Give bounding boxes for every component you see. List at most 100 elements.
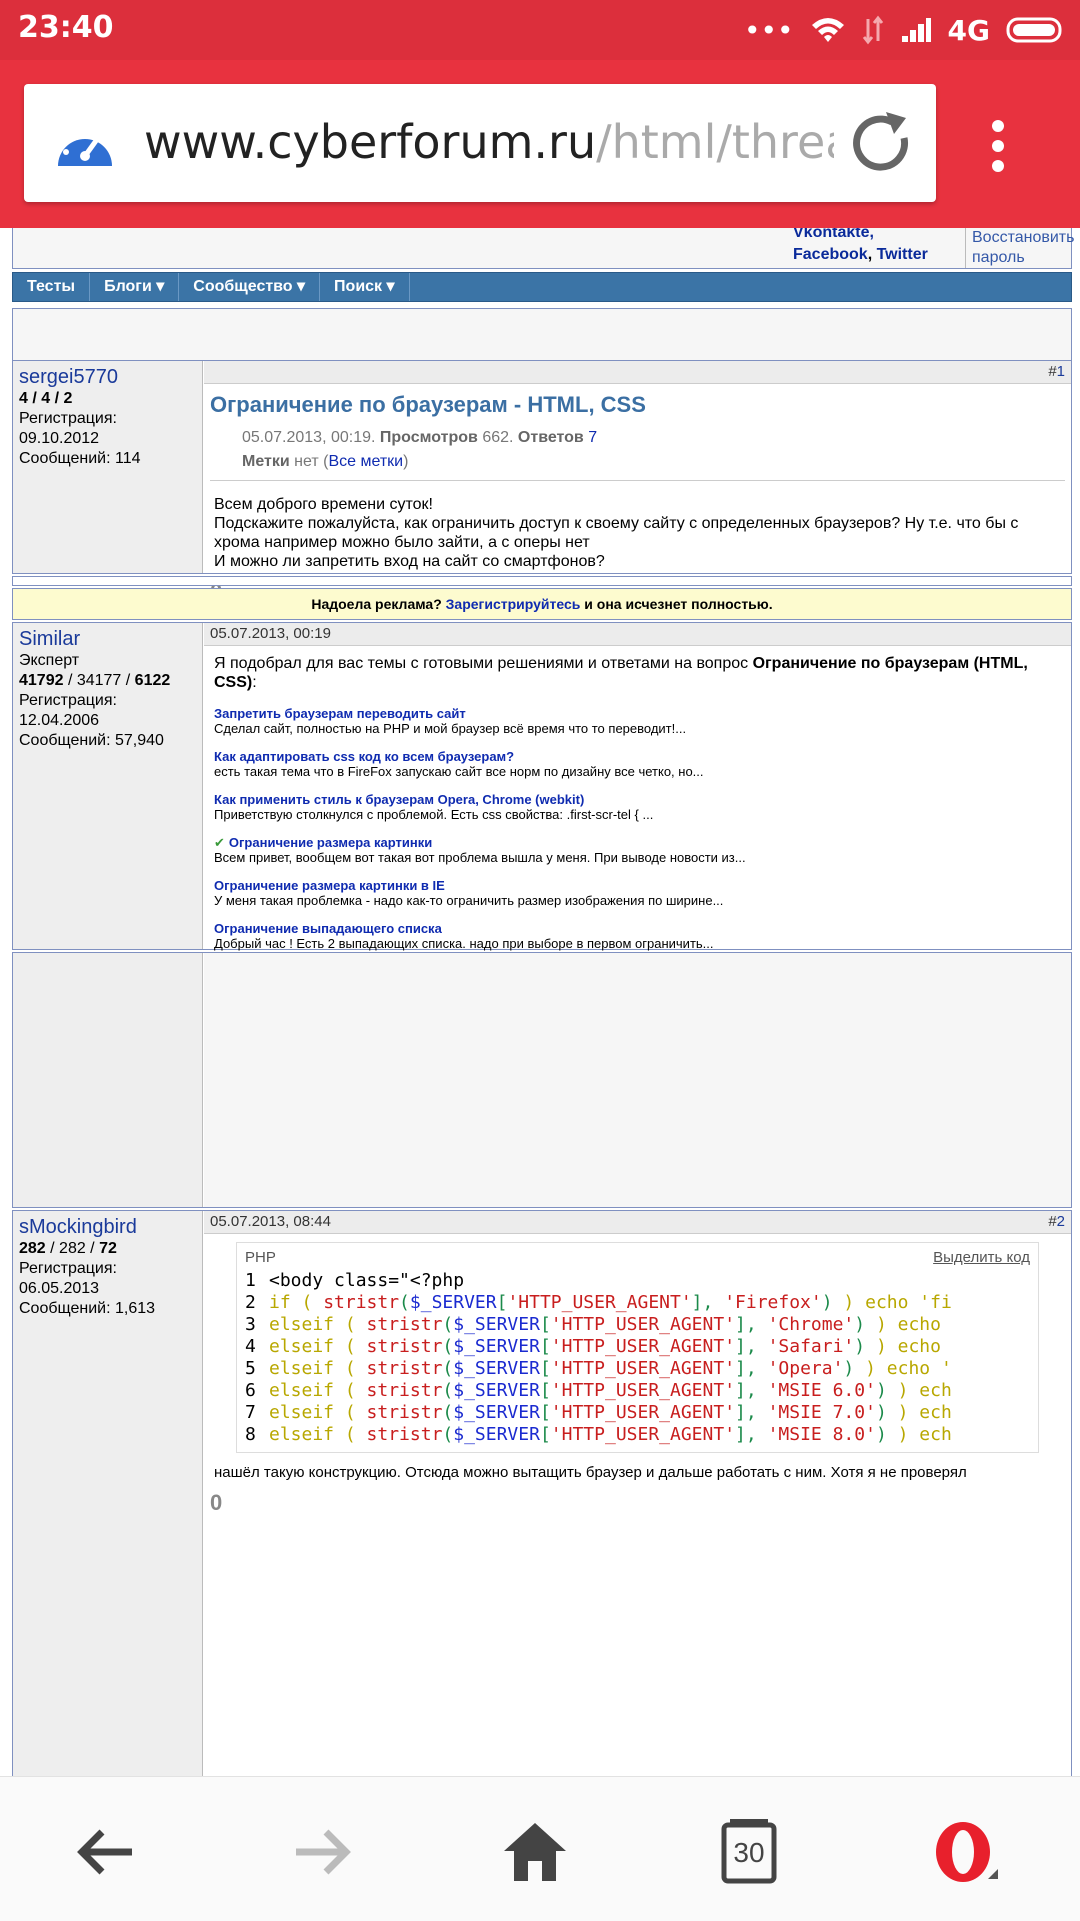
- user-rating: 4 / 4 / 2: [19, 390, 73, 407]
- nav-item-community[interactable]: Сообщество ▾: [179, 273, 321, 301]
- message-count: Сообщений: 1,613: [19, 1300, 156, 1317]
- thread-title: Ограничение по браузерам - HTML, CSS: [210, 392, 646, 417]
- url-text[interactable]: www.cyberforum.ru/html/thread9: [144, 112, 834, 172]
- restore-password-link-2[interactable]: пароль: [972, 249, 1025, 266]
- similar-thread-link[interactable]: Как адаптировать css код ко всем браузер…: [214, 749, 514, 764]
- browser-toolbar: www.cyberforum.ru/html/thread9: [0, 60, 1080, 228]
- post-number[interactable]: #1: [1048, 361, 1065, 383]
- post-score: 0: [210, 1490, 223, 1515]
- opera-menu-icon[interactable]: [930, 1817, 1000, 1887]
- clock: 23:40: [18, 10, 114, 45]
- code-line: 5 elseif ( stristr($_SERVER['HTTP_USER_AG…: [245, 1358, 952, 1379]
- address-bar[interactable]: www.cyberforum.ru/html/thread9: [24, 84, 936, 202]
- post-header: #1: [204, 361, 1071, 384]
- facebook-link[interactable]: Facebook: [793, 246, 868, 263]
- list-item: ✔ Ограничение размера картинки Всем привет…: [214, 835, 746, 865]
- similar-threads-post: Similar Эксперт 41792 / 34177 / 6122 Рег…: [12, 622, 1072, 993]
- notification-dots-icon: •••: [743, 13, 794, 47]
- twitter-link[interactable]: Twitter: [877, 246, 928, 263]
- username[interactable]: Similar: [19, 629, 196, 649]
- post-1: sergei5770 4 / 4 / 2 Регистрация: 09.10.…: [12, 360, 1072, 604]
- code-language: PHP: [245, 1249, 276, 1266]
- username[interactable]: sergei5770: [19, 367, 196, 387]
- similar-thread-link[interactable]: Запретить браузерам переводить сайт: [214, 706, 466, 721]
- reg-date: 06.05.2013: [19, 1280, 100, 1297]
- similar-thread-link[interactable]: Ограничение размера картинки в IE: [214, 878, 445, 893]
- code-line: 7 elseif ( stristr($_SERVER['HTTP_USER_AG…: [245, 1402, 952, 1423]
- url-host: www.cyberforum.ru: [144, 115, 597, 169]
- post-2-author: Similar Эксперт 41792 / 34177 / 6122 Рег…: [13, 623, 203, 949]
- forward-arrow-icon[interactable]: [286, 1817, 356, 1887]
- post-number[interactable]: #2: [1048, 1211, 1065, 1233]
- browser-menu-icon[interactable]: [988, 118, 1008, 174]
- code-line: 4 elseif ( stristr($_SERVER['HTTP_USER_AG…: [245, 1336, 941, 1357]
- home-icon[interactable]: [500, 1817, 570, 1887]
- message-count: Сообщений: 57,940: [19, 732, 164, 749]
- similar-thread-list: Запретить браузерам переводить сайт Сдела…: [204, 698, 1071, 966]
- back-arrow-icon[interactable]: [72, 1817, 142, 1887]
- reg-date: 12.04.2006: [19, 712, 100, 729]
- list-item: Запретить браузерам переводить сайт Сдела…: [214, 706, 687, 736]
- similar-intro: Я подобрал для вас темы с готовыми решен…: [214, 655, 1028, 691]
- reg-label: Регистрация:: [19, 410, 117, 427]
- select-code-link[interactable]: Выделить код: [933, 1249, 1030, 1266]
- similar-thread-link[interactable]: Ограничение выпадающего списка: [214, 921, 442, 936]
- post-2: sMockingbird 282 / 282 / 72 Регистрация:…: [12, 1210, 1072, 1776]
- site-navbar: Тесты Блоги ▾ Сообщество ▾ Поиск ▾: [12, 272, 1072, 302]
- nav-item-tests[interactable]: Тесты: [13, 273, 91, 301]
- register-link[interactable]: Зарегистрируйтесь: [446, 596, 581, 612]
- data-transfer-icon: [862, 15, 883, 45]
- post-date: 05.07.2013, 00:19: [210, 625, 331, 642]
- reg-date: 09.10.2012: [19, 430, 100, 447]
- nav-item-search[interactable]: Поиск ▾: [320, 273, 410, 301]
- battery-icon: [1006, 17, 1062, 43]
- network-type: 4G: [947, 13, 990, 47]
- similar-thread-link[interactable]: Ограничение размера картинки: [229, 835, 432, 850]
- user-role: Эксперт: [19, 652, 80, 669]
- tabs-button[interactable]: 30: [714, 1817, 784, 1887]
- login-header: Vkontakte, Facebook, Twitter Восстановит…: [12, 228, 1074, 269]
- code-line: 2 if ( stristr($_SERVER['HTTP_USER_AGENT'…: [245, 1292, 952, 1313]
- restore-password-link-1[interactable]: Восстановить: [972, 229, 1074, 246]
- username[interactable]: sMockingbird: [19, 1217, 196, 1237]
- post-1-content: #1 Ограничение по браузерам - HTML, CSS …: [204, 361, 1071, 604]
- status-icons: ••• 4G: [744, 10, 1066, 50]
- solved-check-icon: ✔: [214, 835, 225, 850]
- wifi-icon: [811, 18, 844, 42]
- ad-post-content: [204, 953, 1071, 1207]
- web-page: Vkontakte, Facebook, Twitter Восстановит…: [0, 228, 1080, 1776]
- list-item: Ограничение размера картинки в IE У меня …: [214, 878, 724, 908]
- list-item: Как адаптировать css код ко всем браузер…: [214, 749, 704, 779]
- reg-label: Регистрация:: [19, 1260, 117, 1277]
- answers-link[interactable]: 7: [588, 429, 597, 446]
- speed-dial-icon[interactable]: [54, 116, 116, 172]
- ad-notice: Надоела реклама? Зарегистрируйтесь и она…: [12, 588, 1072, 620]
- post-body: Всем доброго времени суток! Подскажите п…: [214, 496, 1019, 570]
- user-rating: 41792 / 34177 / 6122: [19, 672, 171, 689]
- post-2-content: 05.07.2013, 00:19 Я подобрал для вас тем…: [204, 623, 1071, 993]
- post-body: нашёл такую конструкцию. Отсюда можно вы…: [214, 1464, 967, 1481]
- reg-label: Регистрация:: [19, 692, 117, 709]
- post-date: 05.07.2013, 08:44: [210, 1213, 331, 1230]
- ad-post-block: [12, 952, 1072, 1208]
- nav-item-blogs[interactable]: Блоги ▾: [90, 273, 180, 301]
- post-header: 05.07.2013, 08:44 #2: [204, 1211, 1071, 1234]
- list-item: Как применить стиль к браузерам Opera, C…: [214, 792, 654, 822]
- ad-post-side: [13, 953, 203, 1207]
- code-lines: 1 <body class="<?php 2 if ( stristr($_SERVE…: [245, 1270, 1030, 1446]
- post-3-content: 05.07.2013, 08:44 #2 PHP Выделить код 1 <bo…: [204, 1211, 1071, 1776]
- post-3-author: sMockingbird 282 / 282 / 72 Регистрация:…: [13, 1211, 203, 1776]
- user-rating: 282 / 282 / 72: [19, 1240, 117, 1257]
- spacer-row: [12, 576, 1072, 586]
- restore-password: Восстановить пароль: [965, 228, 1078, 268]
- code-block: PHP Выделить код 1 <body class="<?php 2 if (…: [236, 1242, 1039, 1453]
- post-header: 05.07.2013, 00:19: [204, 623, 1071, 646]
- status-bar: 23:40 ••• 4G: [0, 0, 1080, 60]
- thread-meta: 05.07.2013, 00:19. Просмотров 662. Ответ…: [242, 429, 598, 470]
- message-count: Сообщений: 114: [19, 450, 141, 467]
- all-tags-link[interactable]: Все метки: [328, 453, 403, 470]
- list-item: Ограничение выпадающего списка Добрый час…: [214, 921, 714, 951]
- reload-icon[interactable]: [848, 108, 918, 178]
- similar-thread-link[interactable]: Как применить стиль к браузерам Opera, C…: [214, 792, 584, 807]
- vkontakte-link[interactable]: Vkontakte,: [793, 228, 874, 241]
